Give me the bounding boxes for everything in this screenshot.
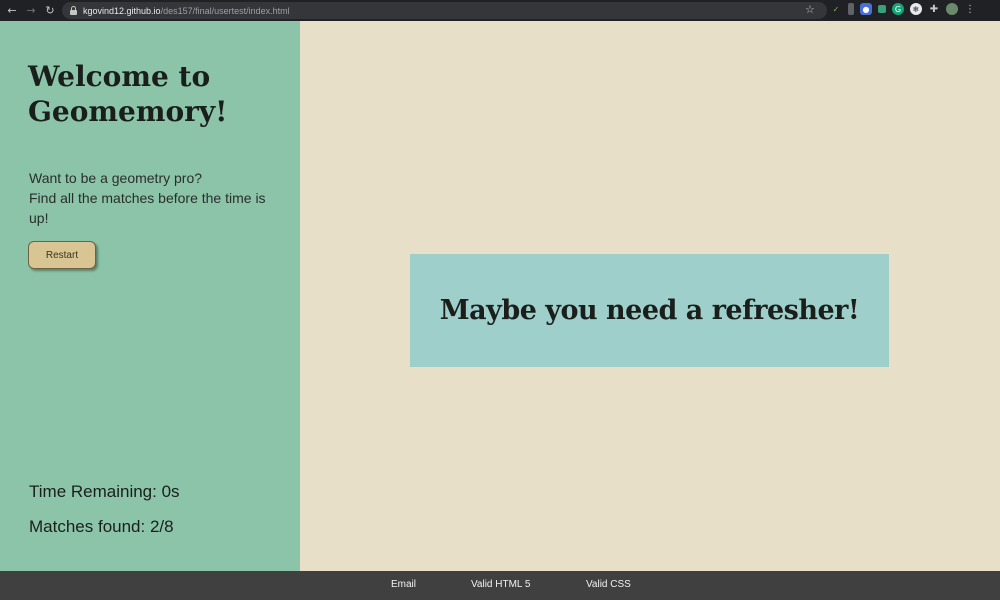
browser-toolbar: ← → ↻ kgovind12.github.io/des157/final/u… [0, 0, 1000, 21]
url-host: kgovind12.github.io [83, 5, 161, 16]
page-content: Welcome to Geomemory! Want to be a geome… [0, 21, 1000, 571]
intro-text: Want to be a geometry pro? Find all the … [29, 168, 269, 228]
game-area: Maybe you need a refresher! [300, 21, 1000, 571]
reload-icon[interactable]: ↻ [43, 4, 57, 18]
footer: Email Valid HTML 5 Valid CSS [0, 571, 1000, 600]
checkmark-extension-icon[interactable]: ✓ [830, 3, 842, 15]
time-remaining: Time Remaining: 0s [29, 482, 180, 501]
address-bar[interactable]: kgovind12.github.io/des157/final/usertes… [62, 2, 827, 19]
sidebar: Welcome to Geomemory! Want to be a geome… [0, 21, 300, 571]
result-message: Maybe you need a refresher! [439, 295, 860, 326]
video-extension-icon[interactable]: ● [860, 3, 872, 15]
extensions-puzzle-icon[interactable]: ✚ [928, 3, 940, 15]
footer-link-valid-html[interactable]: Valid HTML 5 [471, 579, 530, 590]
star-icon[interactable]: ☆ [805, 4, 815, 16]
back-arrow-icon[interactable]: ← [5, 4, 19, 18]
intro-line-2: Find all the matches before the time is … [29, 190, 266, 226]
url-path: /des157/final/usertest/index.html [160, 5, 290, 16]
grammarly-extension-icon[interactable]: G [892, 3, 904, 15]
footer-link-email[interactable]: Email [391, 579, 416, 590]
page-title: Welcome to Geomemory! [28, 60, 228, 128]
result-message-box: Maybe you need a refresher! [410, 254, 889, 367]
grey-extension-icon[interactable] [848, 3, 854, 15]
green-extension-icon[interactable] [878, 5, 886, 13]
extension-icons: ✓ ● G ❄ ✚ ⋮ [830, 3, 976, 15]
footer-link-valid-css[interactable]: Valid CSS [586, 579, 631, 590]
profile-avatar-icon[interactable] [946, 3, 958, 15]
bug-extension-icon[interactable]: ❄ [910, 3, 922, 15]
forward-arrow-icon[interactable]: → [24, 4, 38, 18]
lock-icon [70, 6, 77, 15]
matches-found: Matches found: 2/8 [29, 517, 174, 536]
menu-dots-icon[interactable]: ⋮ [964, 3, 976, 15]
intro-line-1: Want to be a geometry pro? [29, 170, 203, 186]
restart-button[interactable]: Restart [28, 241, 96, 269]
